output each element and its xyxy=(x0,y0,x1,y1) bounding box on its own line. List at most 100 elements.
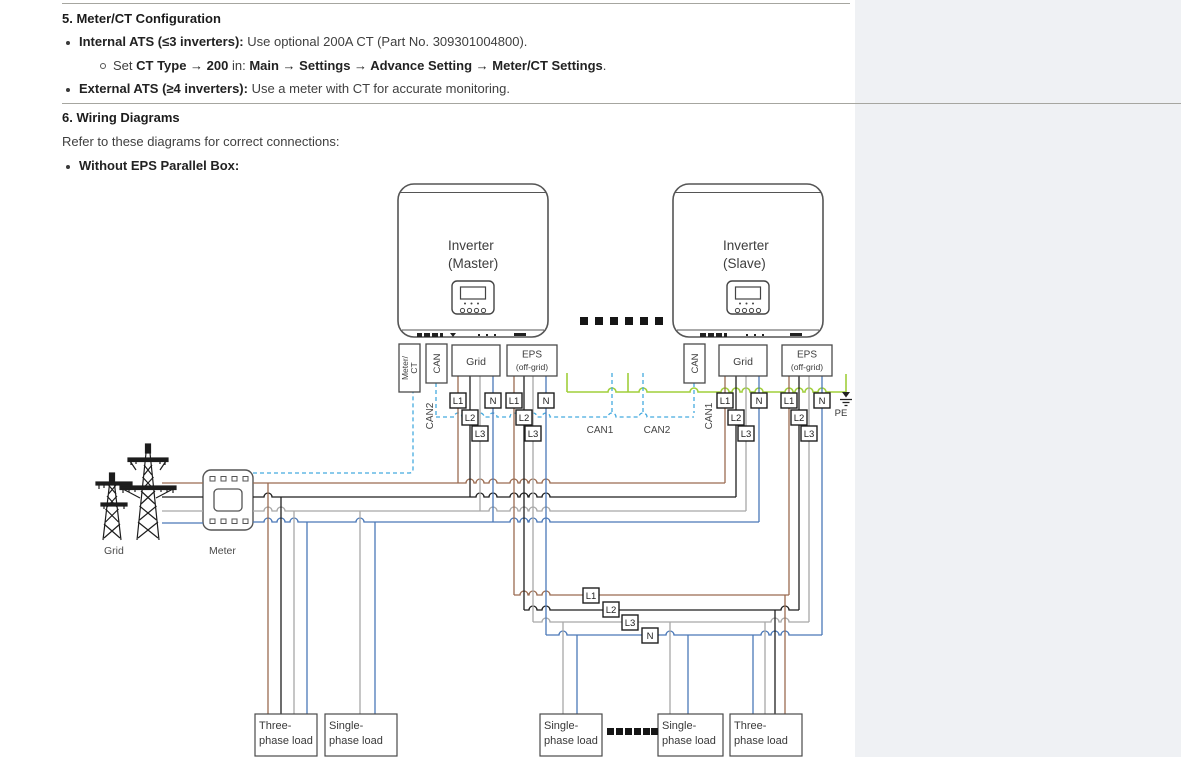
wire xyxy=(524,606,799,610)
inverter-ports xyxy=(399,344,832,392)
wire xyxy=(253,479,725,483)
tower-small-arm2 xyxy=(101,503,127,506)
wire-label-l1: L1 xyxy=(583,588,599,603)
svg-text:Single-: Single- xyxy=(329,720,364,732)
svg-text:Single-: Single- xyxy=(544,720,579,732)
port-eps-slave-label-2: (off-grid) xyxy=(791,362,823,372)
svg-text:Single-: Single- xyxy=(662,720,697,732)
documentation-page: { "page": { "background": "#ffffff", "si… xyxy=(0,0,1181,757)
svg-text:phase load: phase load xyxy=(662,735,716,747)
wire-label-boxes: L1L2L3NL1L2L3NL1L2L3NL1L2L3NL1L2L3N xyxy=(450,393,830,643)
tower-big-top xyxy=(146,444,151,453)
wire-label-l2: L2 xyxy=(516,410,532,425)
can1-vertical-label: CAN1 xyxy=(704,402,715,429)
wire-label-text: L1 xyxy=(586,591,597,602)
wire-label-text: L3 xyxy=(625,618,636,629)
tower-big-legs xyxy=(137,453,159,540)
wire-label-text: L2 xyxy=(519,413,530,424)
inverter-slave: Inverter (Slave) xyxy=(673,184,823,337)
wire-label-text: L3 xyxy=(804,429,815,440)
port-eps-master-label-2: (off-grid) xyxy=(516,362,548,372)
wire-label-text: L3 xyxy=(528,429,539,440)
wire-label-text: N xyxy=(819,396,826,407)
wire-label-text: L3 xyxy=(741,429,752,440)
wire xyxy=(253,493,736,497)
wire-label-l2: L2 xyxy=(603,602,619,617)
tower-small-arm1 xyxy=(96,482,132,485)
wire-label-l2: L2 xyxy=(728,410,744,425)
svg-text:phase load: phase load xyxy=(734,735,788,747)
load-three-phase-1: Three- phase load xyxy=(255,714,317,756)
svg-text:Three-: Three- xyxy=(259,720,292,732)
tower-big-arm1 xyxy=(128,458,168,462)
wire-label-text: L2 xyxy=(606,605,617,616)
port-can-slave-label: CAN xyxy=(690,353,701,373)
wire xyxy=(567,388,846,392)
wire-label-n: N xyxy=(814,393,830,408)
inverter-slave-label-1: Inverter xyxy=(723,238,769,253)
wire-label-text: N xyxy=(490,396,497,407)
more-inverters-dots xyxy=(580,317,663,325)
svg-text:Three-: Three- xyxy=(734,720,767,732)
grid-caption: Grid xyxy=(104,545,124,557)
wire-label-l3: L3 xyxy=(472,426,488,441)
wire-label-text: L2 xyxy=(465,413,476,424)
wire xyxy=(253,507,746,511)
meter-icon xyxy=(203,470,253,530)
tower-big-arm-braces xyxy=(123,461,173,498)
wire-label-l1: L1 xyxy=(717,393,733,408)
load-single-phase-2: Single- phase load xyxy=(540,714,602,756)
can2-vertical-label: CAN2 xyxy=(425,402,436,429)
wire-label-l3: L3 xyxy=(801,426,817,441)
wire-label-l1: L1 xyxy=(781,393,797,408)
port-meter-ct-label-2: CT xyxy=(409,362,419,373)
wire-label-l3: L3 xyxy=(622,615,638,630)
load-single-phase-3: Single- phase load xyxy=(658,714,723,756)
wire-label-text: N xyxy=(756,396,763,407)
load-single-phase-1: Single- phase load xyxy=(325,714,397,756)
wire-label-text: N xyxy=(543,396,550,407)
wire-label-n: N xyxy=(751,393,767,408)
pe-label: PE xyxy=(835,408,848,419)
port-eps-slave-label-1: EPS xyxy=(797,350,817,361)
can2-mid-label: CAN2 xyxy=(644,425,671,436)
tower-small-top xyxy=(110,473,115,481)
wiring-diagram-image: Grid Meter Inverter (Master) xyxy=(0,0,1181,757)
wire-label-l3: L3 xyxy=(738,426,754,441)
wire-label-text: N xyxy=(647,631,654,642)
wire-label-n: N xyxy=(538,393,554,408)
port-eps-master-label-1: EPS xyxy=(522,350,542,361)
port-grid-slave-label: Grid xyxy=(733,356,753,368)
wire-label-text: L1 xyxy=(784,396,795,407)
wire xyxy=(253,518,759,522)
wire xyxy=(533,618,809,622)
tower-big-arm2 xyxy=(120,486,176,490)
meter-caption: Meter xyxy=(209,545,236,557)
wire-label-n: N xyxy=(485,393,501,408)
load-three-phase-2: Three- phase load xyxy=(730,714,802,756)
svg-text:phase load: phase load xyxy=(259,735,313,747)
wire-label-text: L1 xyxy=(720,396,731,407)
wire-label-l2: L2 xyxy=(791,410,807,425)
wire-label-text: L1 xyxy=(509,396,520,407)
wire xyxy=(253,392,413,473)
svg-text:phase load: phase load xyxy=(544,735,598,747)
wire-label-n: N xyxy=(642,628,658,643)
pe-ground-symbol xyxy=(840,392,852,406)
port-grid-master-label: Grid xyxy=(466,356,486,368)
inverter-master-label-1: Inverter xyxy=(448,238,494,253)
svg-text:phase load: phase load xyxy=(329,735,383,747)
inverter-master: Inverter (Master) xyxy=(398,184,548,337)
more-loads-dots xyxy=(607,728,658,735)
wire xyxy=(514,591,789,595)
wire-label-l2: L2 xyxy=(462,410,478,425)
wire-label-text: L2 xyxy=(731,413,742,424)
meter-screen xyxy=(214,489,242,511)
can1-mid-label: CAN1 xyxy=(587,425,614,436)
wire-label-l1: L1 xyxy=(450,393,466,408)
inverter-slave-label-2: (Slave) xyxy=(723,256,766,271)
inverter-master-label-2: (Master) xyxy=(448,256,498,271)
wire-label-l1: L1 xyxy=(506,393,522,408)
load-boxes: Three- phase load Single- phase load Sin… xyxy=(255,714,802,756)
grid-towers-icon xyxy=(96,444,176,540)
